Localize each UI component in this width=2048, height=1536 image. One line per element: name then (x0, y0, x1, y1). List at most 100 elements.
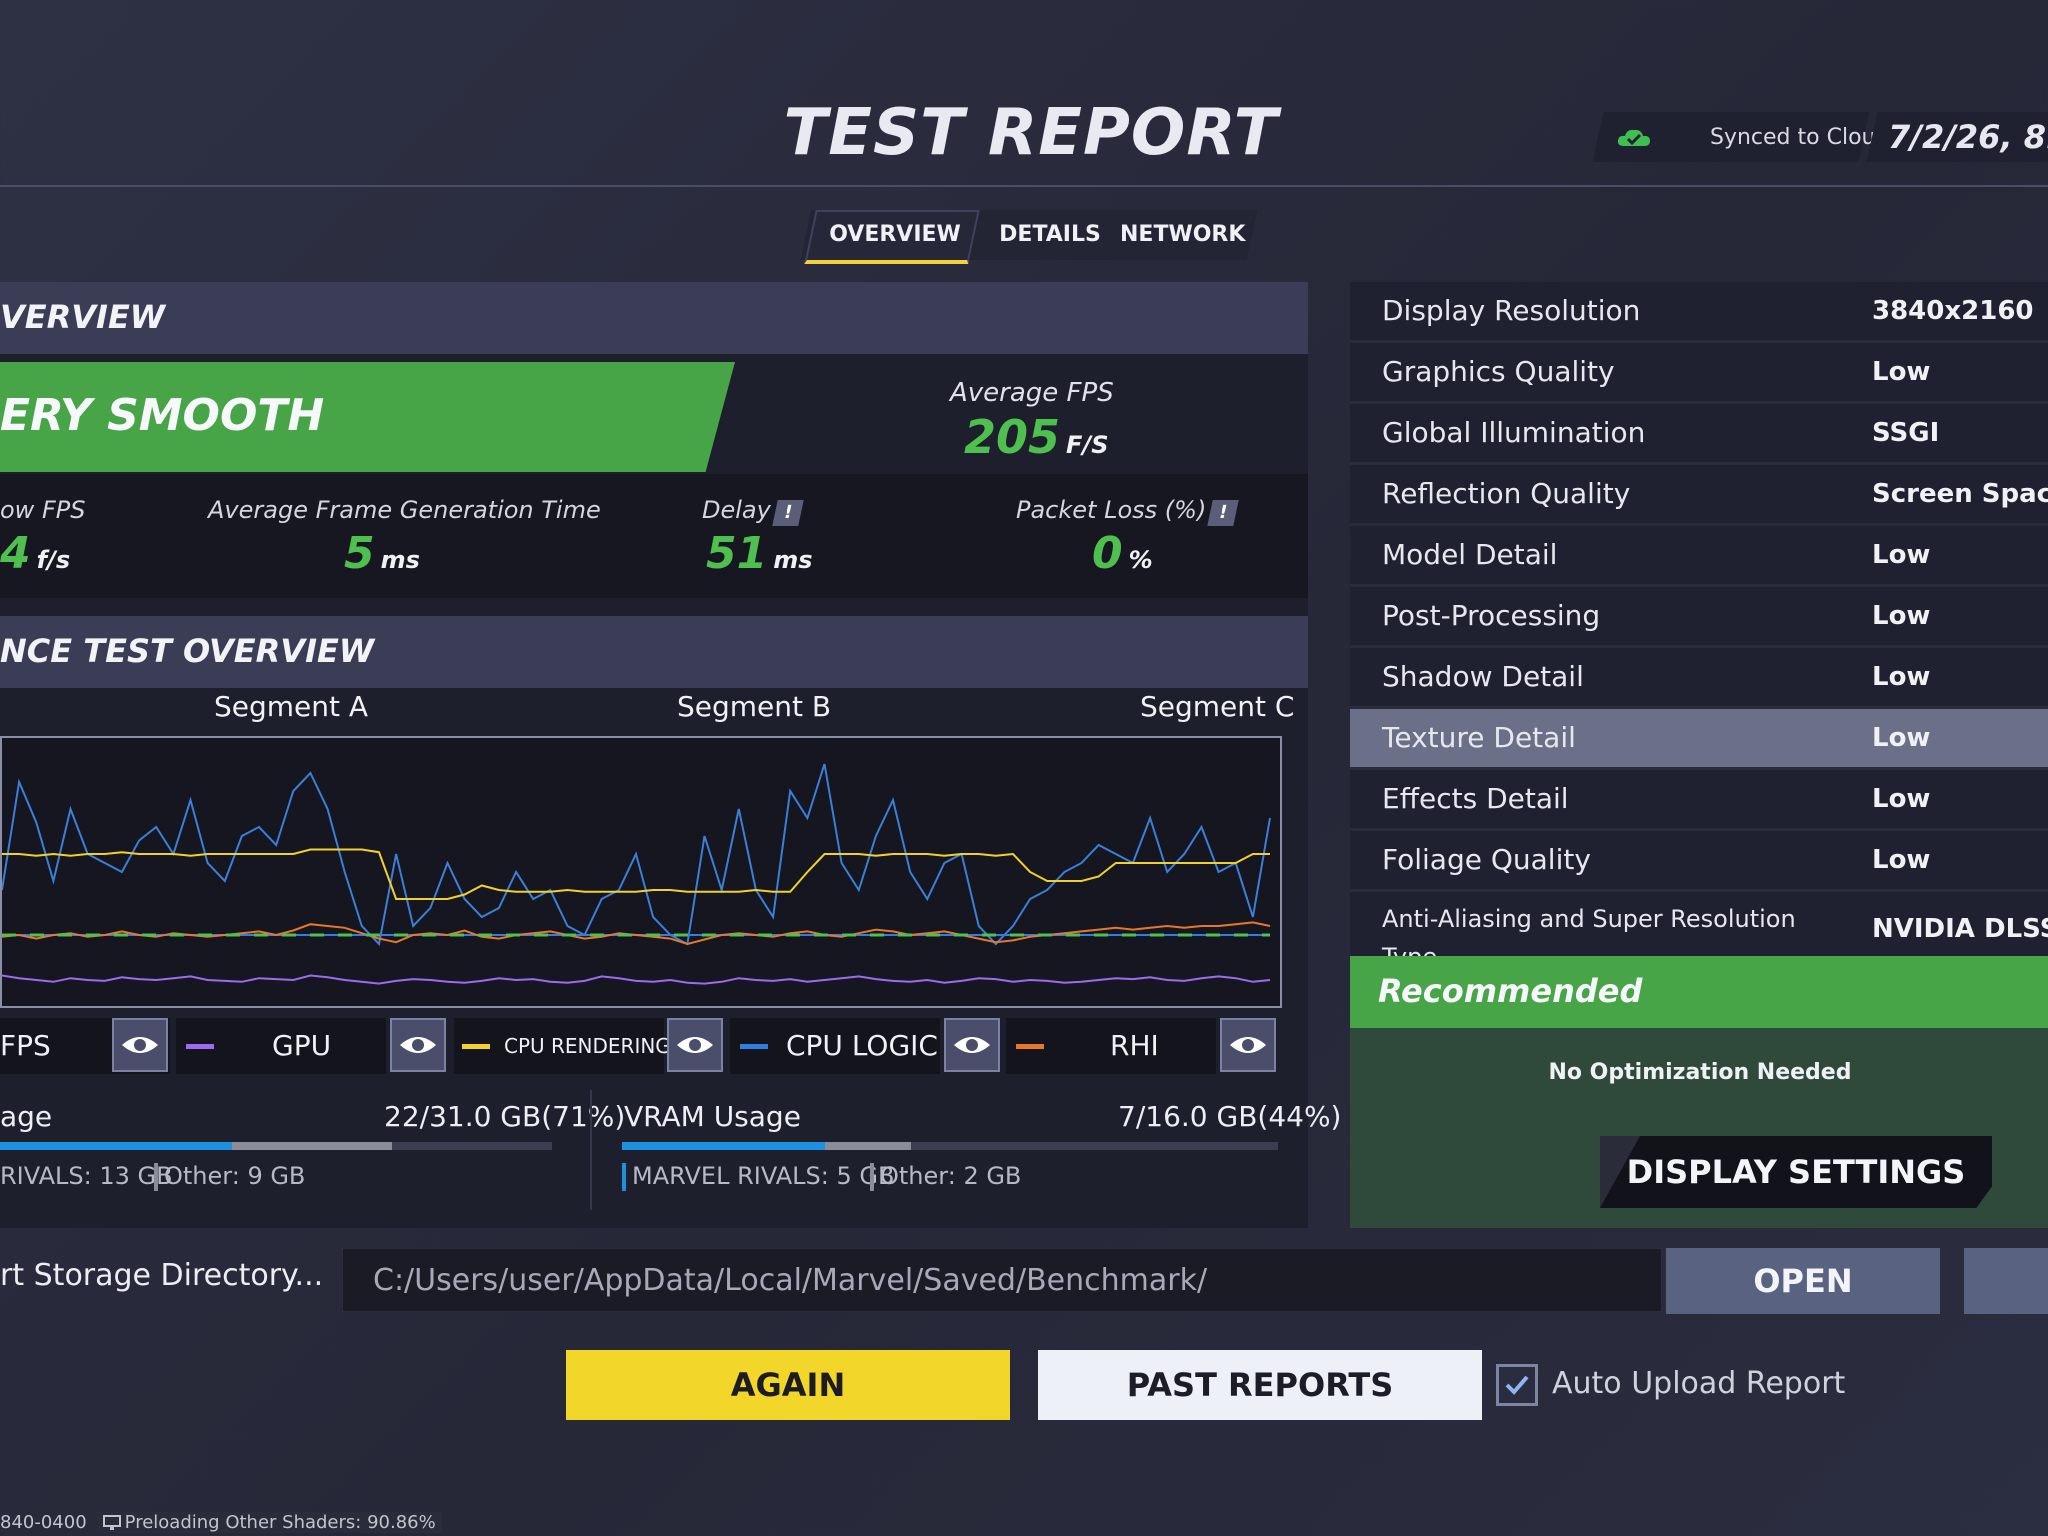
footer-code: 840-0400 (0, 1512, 87, 1533)
segment-c-label: Segment C (1140, 690, 1295, 723)
overview-title: VERVIEW (0, 298, 166, 336)
perf-title: NCE TEST OVERVIEW (0, 632, 375, 670)
setting-value: SSGI (1872, 418, 1940, 448)
vram-bar-other (825, 1142, 911, 1150)
perf-chart-svg (1, 763, 1271, 985)
setting-value: Low (1872, 540, 1931, 570)
display-settings-button[interactable]: DISPLAY SETTINGS (1600, 1136, 1992, 1208)
stat-packet-loss-value: 0% (1092, 528, 1153, 579)
stat-packet-loss-label: Packet Loss (%)! (1016, 496, 1240, 526)
stat-frame-gen-label: Average Frame Generation Time (208, 496, 601, 524)
auto-upload-label: Auto Upload Report (1552, 1366, 1846, 1401)
toggle-rhi-visibility[interactable] (1220, 1018, 1276, 1072)
again-button[interactable]: AGAIN (566, 1350, 1010, 1420)
setting-name: Reflection Quality (1382, 477, 1631, 510)
setting-value: Screen Space Ref (1872, 479, 2048, 509)
info-icon[interactable]: ! (1207, 500, 1240, 526)
past-reports-button[interactable]: PAST REPORTS (1038, 1350, 1482, 1420)
chart-series-gpu (1, 974, 1271, 985)
memory-divider (590, 1090, 592, 1210)
overview-header (0, 282, 1308, 354)
legend-cpu-render-swatch (462, 1044, 490, 1049)
eye-icon (400, 1037, 436, 1053)
legend-gpu-label: GPU (272, 1029, 332, 1062)
setting-value: Low (1872, 784, 1931, 814)
toggle-fps-visibility[interactable] (112, 1018, 168, 1072)
eye-icon (954, 1037, 990, 1053)
vram-label: VRAM Usage (624, 1100, 801, 1133)
perf-chart (0, 736, 1282, 1008)
legend-fps-label: FPS (0, 1029, 51, 1062)
vram-other: Other: 2 GB (870, 1162, 1021, 1191)
segment-b-label: Segment B (677, 690, 832, 723)
stat-frame-gen-value: 5 ms (344, 528, 420, 579)
setting-value: Low (1872, 723, 1931, 753)
stat-low-fps-value: 4 f/s (0, 528, 71, 579)
memory-bar (0, 1142, 552, 1150)
tab-network[interactable]: NETWORK (1120, 210, 1245, 260)
setting-value: Low (1872, 357, 1931, 387)
open-folder-button[interactable]: OPEN (1666, 1248, 1940, 1314)
recommended-title: Recommended (1378, 972, 1643, 1010)
chart-series-rhi (1, 921, 1271, 946)
storage-path-field[interactable]: C:/Users/user/AppData/Local/Marvel/Saved… (342, 1248, 1662, 1312)
smoothness-rating: ERY SMOOTH (0, 390, 325, 441)
memory-rivals: RIVALS: 13 GB (0, 1162, 173, 1190)
memory-bar-other (231, 1142, 392, 1150)
legend-gpu-swatch (186, 1044, 214, 1049)
segment-a-label: Segment A (214, 690, 369, 723)
tab-overview[interactable]: OVERVIEW (820, 210, 970, 260)
setting-value: NVIDIA DLSS (1872, 914, 2048, 944)
vram-bar-rivals (622, 1142, 826, 1150)
avg-fps-value: 205 F/S (964, 410, 1109, 464)
setting-name: Effects Detail (1382, 782, 1569, 815)
chart-series-fps (1, 763, 1271, 947)
optimization-message: No Optimization Needed (1548, 1060, 1852, 1085)
header-divider (0, 185, 2048, 187)
monitor-icon (102, 1514, 121, 1530)
setting-name: Model Detail (1382, 538, 1558, 571)
legend-cpu-logic-label: CPU LOGIC (786, 1029, 938, 1062)
report-date: 7/2/26, 8:40 (1888, 118, 2048, 156)
stat-delay-value: 51 ms (706, 528, 813, 579)
memory-other: Other: 9 GB (154, 1162, 305, 1191)
setting-name: Global Illumination (1382, 416, 1646, 449)
setting-value: 3840x2160 (1872, 296, 2034, 326)
sync-status: Synced to Cloud (1616, 112, 1889, 162)
setting-name: Foliage Quality (1382, 843, 1591, 876)
setting-name: Graphics Quality (1382, 355, 1615, 388)
setting-name: Texture Detail (1382, 721, 1576, 754)
auto-upload-checkbox[interactable] (1496, 1364, 1538, 1406)
tab-details[interactable]: DETAILS (990, 210, 1110, 260)
toggle-cpu-render-visibility[interactable] (667, 1018, 723, 1072)
info-icon[interactable]: ! (772, 500, 804, 526)
toggle-cpu-logic-visibility[interactable] (944, 1018, 1000, 1072)
setting-name: Display Resolution (1382, 294, 1641, 327)
eye-icon (122, 1037, 158, 1053)
vram-bar (622, 1142, 1278, 1150)
legend-cpu-render-label: CPU RENDERING (504, 1034, 671, 1058)
cloud-check-icon (1617, 129, 1650, 146)
eye-icon (677, 1037, 713, 1053)
legend-rhi-label: RHI (1110, 1029, 1159, 1062)
stat-delay-label: Delay! (702, 496, 804, 526)
avg-fps-label: Average FPS (950, 378, 1114, 408)
vram-rivals: MARVEL RIVALS: 5 GB (622, 1162, 894, 1191)
preload-status: Preloading Other Shaders: 90.86% (124, 1512, 436, 1533)
stat-low-fps-label: ow FPS (0, 496, 86, 524)
setting-value: Low (1872, 845, 1931, 875)
memory-label: age (0, 1100, 53, 1133)
setting-name: Post-Processing (1382, 599, 1601, 632)
legend-cpu-logic-swatch (740, 1044, 768, 1049)
toggle-gpu-visibility[interactable] (390, 1018, 446, 1072)
sync-label: Synced to Cloud (1710, 124, 1890, 150)
checkmark-icon (1505, 1375, 1529, 1395)
footer-status: 840-0400 Preloading Other Shaders: 90.86… (0, 1512, 442, 1533)
setting-name: Shadow Detail (1382, 660, 1584, 693)
setting-value: Low (1872, 601, 1931, 631)
secondary-storage-button[interactable] (1964, 1248, 2048, 1314)
vram-value: 7/16.0 GB(44%) (1118, 1100, 1342, 1133)
legend-rhi-swatch (1016, 1044, 1044, 1049)
storage-directory-label: rt Storage Directory... (0, 1258, 324, 1293)
memory-bar-rivals (0, 1142, 232, 1150)
